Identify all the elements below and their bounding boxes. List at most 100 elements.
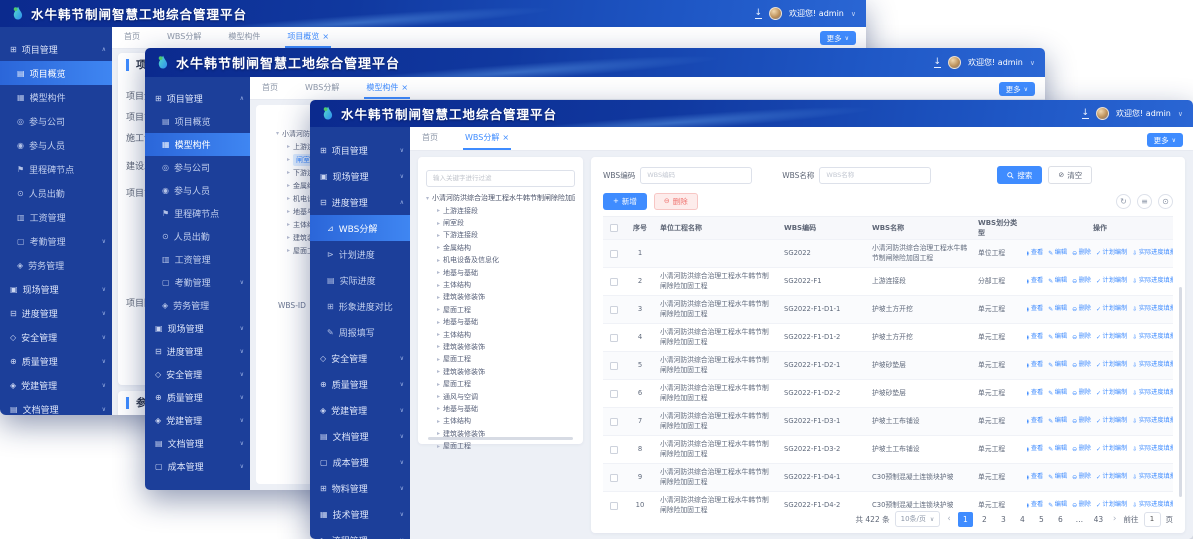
sidebar-item[interactable]: ▦ 模型构件 <box>145 133 250 156</box>
prev-page-icon[interactable]: ‹ <box>945 514 953 524</box>
plan-link[interactable]: ✓计划编制 <box>1096 389 1127 397</box>
sidebar-item[interactable]: ⊙ 人员出勤 <box>145 225 250 248</box>
tree-item[interactable]: ▸ 屋面工程 <box>437 440 575 452</box>
sidebar-item[interactable]: ◈ 党建管理 ∨ <box>145 409 250 432</box>
page-number[interactable]: 4 <box>1015 512 1030 527</box>
sidebar-item[interactable]: ▤ 实际进度 <box>310 267 410 293</box>
chevron-down-icon[interactable]: ∨ <box>1178 110 1183 118</box>
sidebar-item[interactable]: ◈ 劳务管理 <box>0 253 112 277</box>
clear-button[interactable]: ⊘ 清空 <box>1048 166 1092 184</box>
sidebar-item[interactable]: ⊞ 形象进度对比 <box>310 293 410 319</box>
row-checkbox[interactable] <box>610 334 618 342</box>
tree-item[interactable]: ▸ 下游连接段 <box>437 229 575 241</box>
edit-link[interactable]: ✎编辑 <box>1048 417 1067 425</box>
row-checkbox[interactable] <box>610 362 618 370</box>
download-icon[interactable]: ↓ <box>934 58 942 68</box>
avatar[interactable] <box>769 7 782 20</box>
sidebar-item[interactable]: ◎ 参与公司 <box>0 109 112 133</box>
settings-icon[interactable]: ⊙ <box>1158 194 1173 209</box>
sidebar-item[interactable]: ⚑ 里程碑节点 <box>0 157 112 181</box>
table-row[interactable]: 1 SG2022 小清河防洪综合治理工程水牛韩节制闸除险加固工程 单位工程 ◉查… <box>603 239 1173 267</box>
row-checkbox[interactable] <box>610 390 618 398</box>
table-row[interactable]: 3 小清河防洪综合治理工程水牛韩节制闸除险加固工程 SG2022-F1-D1-1… <box>603 295 1173 323</box>
sidebar-item[interactable]: ⊟ 进度管理 ∧ <box>310 189 410 215</box>
page-tab[interactable]: 首页 <box>420 127 443 150</box>
delete-link[interactable]: ⊖删除 <box>1072 417 1091 425</box>
tree-item[interactable]: ▸ 主体结构 <box>437 328 575 340</box>
close-icon[interactable]: × <box>322 32 329 41</box>
sidebar-item[interactable]: ⊞ 物料管理 ∨ <box>310 475 410 501</box>
sidebar-item[interactable]: ▢ 成本管理 ∨ <box>310 449 410 475</box>
row-checkbox[interactable] <box>610 418 618 426</box>
more-button[interactable]: 更多 ∨ <box>820 31 856 45</box>
chevron-down-icon[interactable]: ∨ <box>1030 59 1035 67</box>
view-link[interactable]: ◉查看 <box>1027 333 1043 341</box>
plan-link[interactable]: ✓计划编制 <box>1096 333 1127 341</box>
sidebar-item[interactable]: ▤ 文档管理 ∨ <box>310 423 410 449</box>
progress-fill-link[interactable]: ⇩实际进度填报 <box>1132 417 1173 425</box>
edit-link[interactable]: ✎编辑 <box>1048 473 1067 481</box>
more-button[interactable]: 更多 ∨ <box>999 82 1035 96</box>
progress-fill-link[interactable]: ⇩实际进度填报 <box>1132 473 1173 481</box>
sidebar-item[interactable]: ◇ 安全管理 ∨ <box>310 345 410 371</box>
edit-link[interactable]: ✎编辑 <box>1048 389 1067 397</box>
vertical-scrollbar[interactable] <box>1179 287 1182 497</box>
tree-item[interactable]: ▸ 屋面工程 <box>437 304 575 316</box>
tree-item[interactable]: ▸ 主体结构 <box>437 279 575 291</box>
page-tab[interactable]: 首页 <box>122 27 145 48</box>
edit-link[interactable]: ✎编辑 <box>1048 361 1067 369</box>
avatar[interactable] <box>948 56 961 69</box>
tree-item[interactable]: ▸ 建筑装修装饰 <box>437 291 575 303</box>
sidebar-item[interactable]: ⊞ 项目管理 ∨ <box>310 137 410 163</box>
plan-link[interactable]: ✓计划编制 <box>1096 445 1127 453</box>
sidebar-item[interactable]: ◇ 安全管理 ∨ <box>0 325 112 349</box>
tree-item[interactable]: ▸ 闸室段 <box>437 217 575 229</box>
sidebar-item[interactable]: ⊕ 质量管理 ∨ <box>0 349 112 373</box>
sidebar-item[interactable]: ▣ 现场管理 ∨ <box>145 317 250 340</box>
progress-fill-link[interactable]: ⇩实际进度填报 <box>1132 305 1173 313</box>
avatar[interactable] <box>1096 107 1109 120</box>
table-row[interactable]: 5 小清河防洪综合治理工程水牛韩节制闸除险加固工程 SG2022-F1-D2-1… <box>603 351 1173 379</box>
page-number[interactable]: 2 <box>977 512 992 527</box>
page-number[interactable]: 1 <box>958 512 973 527</box>
page-number[interactable]: 5 <box>1034 512 1049 527</box>
delete-link[interactable]: ⊖删除 <box>1072 277 1091 285</box>
sidebar-item[interactable]: ◇ 安全管理 ∨ <box>145 363 250 386</box>
table-row[interactable]: 4 小清河防洪综合治理工程水牛韩节制闸除险加固工程 SG2022-F1-D1-2… <box>603 323 1173 351</box>
view-link[interactable]: ◉查看 <box>1027 417 1043 425</box>
tree-item[interactable]: ▸ 屋面工程 <box>437 378 575 390</box>
tree-root[interactable]: ▾ 小清河防洪综合治理工程水牛韩节制闸除险加固 <box>426 192 575 205</box>
sidebar-item[interactable]: ▦ 模型构件 <box>0 85 112 109</box>
page-tab[interactable]: 模型构件 × <box>364 77 410 99</box>
tree-item[interactable]: ▸ 金属结构 <box>437 242 575 254</box>
page-number[interactable]: 6 <box>1053 512 1068 527</box>
download-icon[interactable]: ↓ <box>1082 109 1090 119</box>
page-tab[interactable]: WBS分解 × <box>463 127 511 150</box>
row-checkbox[interactable] <box>610 306 618 314</box>
page-number[interactable]: … <box>1072 512 1087 527</box>
tree-item[interactable]: ▸ 建筑装修装饰 <box>437 341 575 353</box>
sidebar-item[interactable]: ▥ 工资管理 <box>0 205 112 229</box>
delete-button[interactable]: ⊖ 删除 <box>654 193 698 210</box>
page-tab[interactable]: 项目概览 × <box>285 27 331 48</box>
sidebar-item[interactable]: ▦ 技术管理 ∨ <box>310 501 410 527</box>
sidebar-item[interactable]: ▤ 项目概览 <box>145 110 250 133</box>
sidebar-item[interactable]: ⊳ 流程管理 ∨ <box>310 527 410 539</box>
horizontal-scrollbar[interactable] <box>428 437 573 440</box>
density-icon[interactable]: ≡ <box>1137 194 1152 209</box>
tree-item[interactable]: ▸ 通风与空调 <box>437 390 575 402</box>
view-link[interactable]: ◉查看 <box>1027 277 1043 285</box>
sidebar-item[interactable]: ◎ 参与公司 <box>145 156 250 179</box>
edit-link[interactable]: ✎编辑 <box>1048 249 1067 257</box>
row-checkbox[interactable] <box>610 446 618 454</box>
sidebar-item[interactable]: ⊞ 项目管理 ∧ <box>0 37 112 61</box>
table-row[interactable]: 7 小清河防洪综合治理工程水牛韩节制闸除险加固工程 SG2022-F1-D3-1… <box>603 407 1173 435</box>
tree-item[interactable]: ▸ 地基与基础 <box>437 316 575 328</box>
search-button[interactable]: 搜索 <box>997 166 1042 184</box>
delete-link[interactable]: ⊖删除 <box>1072 305 1091 313</box>
refresh-icon[interactable]: ↻ <box>1116 194 1131 209</box>
sidebar-item[interactable]: ⊞ 项目管理 ∧ <box>145 87 250 110</box>
edit-link[interactable]: ✎编辑 <box>1048 305 1067 313</box>
page-size-select[interactable]: 10条/页 ∨ <box>895 511 941 527</box>
plan-link[interactable]: ✓计划编制 <box>1096 249 1127 257</box>
